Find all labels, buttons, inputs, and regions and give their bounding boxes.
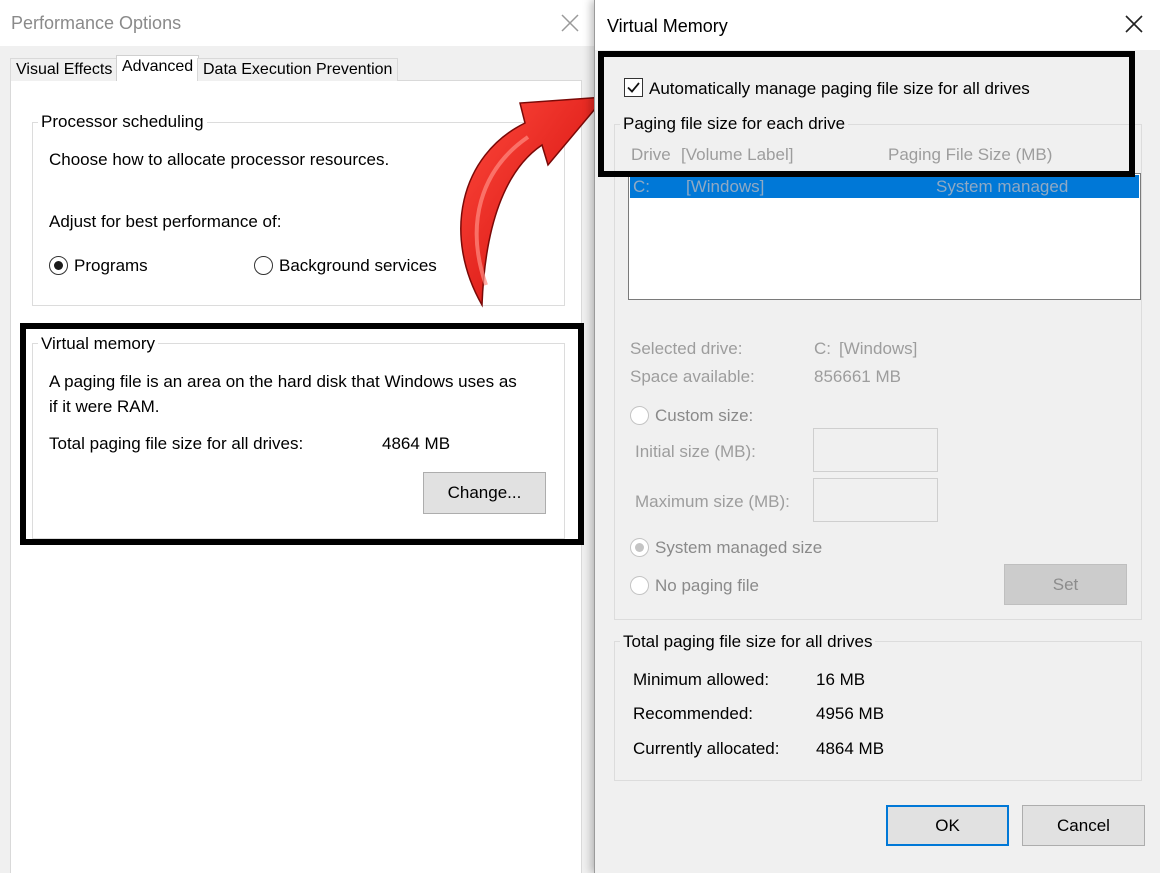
cancel-button[interactable]: Cancel [1022,805,1145,846]
paging-size-cell: System managed [936,177,1069,196]
tab-data-execution-prevention[interactable]: Data Execution Prevention [197,58,399,81]
auto-manage-highlight-box [598,51,1135,177]
adjust-performance-label: Adjust for best performance of: [49,212,282,231]
currently-allocated-value: 4864 MB [816,739,885,758]
no-paging-radio[interactable] [630,576,649,595]
vm-title-bar: Virtual Memory [595,0,1160,50]
selected-drive-volume: [Windows] [839,339,918,358]
system-managed-radio[interactable] [630,538,649,557]
recommended-value: 4956 MB [816,704,885,723]
tab-visual-effects[interactable]: Visual Effects [10,58,119,81]
close-icon[interactable] [558,11,582,35]
perf-title-bar: Performance Options [0,0,600,46]
custom-size-label: Custom size: [655,406,754,425]
minimum-allowed-label: Minimum allowed: [633,670,770,689]
space-available-label: Space available: [630,367,755,386]
no-paging-label: No paging file [655,576,759,595]
recommended-label: Recommended: [633,704,754,723]
set-button[interactable]: Set [1004,564,1127,605]
perf-window-title: Performance Options [11,13,182,33]
drive-cell: C: [633,177,650,196]
totals-group-label: Total paging file size for all drives [620,632,876,652]
minimum-allowed-value: 16 MB [816,670,866,689]
system-managed-label: System managed size [655,538,823,557]
initial-size-label: Initial size (MB): [635,442,756,461]
virtual-memory-highlight-box [20,323,584,545]
custom-size-radio[interactable] [630,406,649,425]
drive-listbox[interactable]: C: [Windows] System managed [628,173,1141,300]
ok-button[interactable]: OK [886,805,1009,846]
processor-scheduling-description: Choose how to allocate processor resourc… [49,150,390,169]
space-available-value: 856661 MB [814,367,901,386]
currently-allocated-label: Currently allocated: [633,739,780,758]
initial-size-input[interactable] [813,428,938,472]
background-services-radio[interactable] [254,256,273,275]
programs-radio[interactable] [49,256,68,275]
maximum-size-input[interactable] [813,478,938,522]
table-row[interactable]: C: [Windows] System managed [630,175,1139,198]
tab-advanced[interactable]: Advanced [116,55,200,82]
red-curved-arrow-icon [460,96,607,308]
background-services-radio-label: Background services [279,256,437,275]
vm-dialog-title: Virtual Memory [607,16,728,36]
processor-scheduling-label: Processor scheduling [38,112,207,132]
programs-radio-label: Programs [74,256,148,275]
close-icon[interactable] [1123,13,1145,35]
volume-label-cell: [Windows] [686,177,765,196]
selected-drive-value: C: [814,339,831,358]
selected-drive-label: Selected drive: [630,339,743,358]
maximum-size-label: Maximum size (MB): [635,492,790,511]
